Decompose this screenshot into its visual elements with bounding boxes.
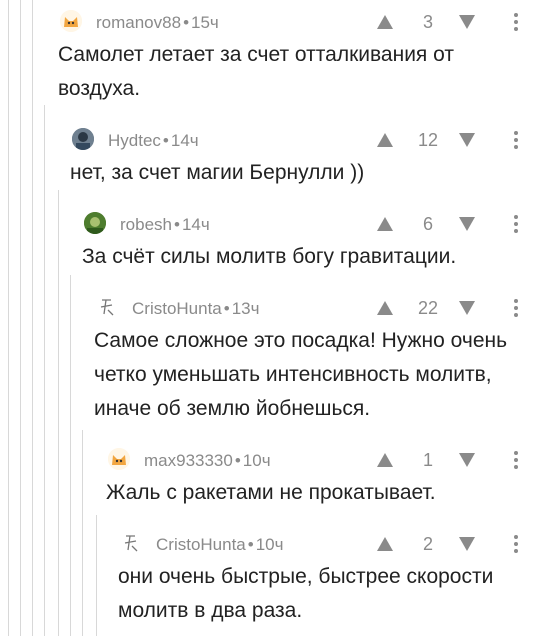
more-icon[interactable]: [512, 534, 520, 554]
comment: romanov88 • 15ч 3 Самолет летает за счет о…: [58, 10, 540, 106]
more-icon[interactable]: [512, 130, 520, 150]
username[interactable]: CristoHunta: [132, 299, 222, 318]
more-icon[interactable]: [512, 12, 520, 32]
thread-line: [70, 275, 71, 636]
green-photo-icon: [84, 212, 106, 234]
score: 22: [417, 298, 439, 318]
user-photo-icon: [72, 128, 94, 150]
score: 12: [417, 130, 439, 150]
username[interactable]: Hydtec: [108, 131, 161, 150]
comment-text: Самолет летает за счет отталкивания от в…: [58, 43, 454, 100]
thread-line: [20, 0, 21, 636]
upvote-icon[interactable]: [376, 452, 394, 468]
cat-avatar-icon: [60, 10, 82, 32]
user-avatar[interactable]: [108, 448, 130, 470]
upvote-icon[interactable]: [376, 14, 394, 30]
user-avatar[interactable]: [120, 532, 142, 554]
downvote-icon[interactable]: [458, 14, 476, 30]
comment: Hydtec • 14ч 12 нет, за счет магии Бернулл…: [70, 128, 540, 190]
downvote-icon[interactable]: [458, 132, 476, 148]
more-icon[interactable]: [512, 450, 520, 470]
user-avatar[interactable]: [84, 212, 106, 234]
comment: CristoHunta • 10ч 2 они очень быстрые, быс…: [118, 532, 540, 628]
comment-text: они очень быстрые, быстрее скорости моли…: [118, 565, 494, 622]
downvote-icon[interactable]: [458, 216, 476, 232]
username[interactable]: CristoHunta: [156, 535, 246, 554]
score: 6: [422, 214, 433, 234]
upvote-icon[interactable]: [376, 536, 394, 552]
user-avatar[interactable]: [96, 296, 118, 318]
comment-text: нет, за счет магии Бернулли )): [70, 161, 365, 184]
score: 2: [422, 534, 433, 554]
more-icon[interactable]: [512, 214, 520, 234]
more-icon[interactable]: [512, 298, 520, 318]
sketch-avatar-icon: [120, 532, 142, 554]
user-avatar[interactable]: [60, 10, 82, 32]
username[interactable]: max933330: [144, 451, 233, 470]
thread-line: [82, 430, 83, 636]
upvote-icon[interactable]: [376, 132, 394, 148]
comment-text: За счёт силы молитв богу гравитации.: [82, 245, 457, 268]
comment: max933330 • 10ч 1 Жаль с ракетами не прока…: [106, 448, 540, 510]
comment-time: 10ч: [255, 535, 284, 554]
username[interactable]: robesh: [120, 215, 172, 234]
score: 3: [422, 12, 433, 32]
downvote-icon[interactable]: [458, 300, 476, 316]
upvote-icon[interactable]: [376, 216, 394, 232]
sketch-avatar-icon: [96, 296, 118, 318]
thread-line: [44, 105, 45, 636]
user-avatar[interactable]: [72, 128, 94, 150]
comment-time: 14ч: [170, 131, 199, 150]
comment: CristoHunta • 13ч 22 Самое сложное это пос…: [94, 296, 540, 426]
thread-line: [32, 0, 33, 636]
comment-time: 13ч: [231, 299, 260, 318]
thread-line: [8, 0, 9, 636]
username[interactable]: romanov88: [96, 13, 181, 32]
comment-time: 10ч: [242, 451, 271, 470]
comment-text: Жаль с ракетами не прокатывает.: [106, 481, 436, 504]
downvote-icon[interactable]: [458, 536, 476, 552]
comment-time: 14ч: [181, 215, 210, 234]
thread-line: [96, 515, 97, 636]
upvote-icon[interactable]: [376, 300, 394, 316]
comment-text: Самое сложное это посадка! Нужно очень ч…: [94, 329, 508, 420]
comment: robesh • 14ч 6 За счёт силы молитв богу гр…: [82, 212, 540, 274]
downvote-icon[interactable]: [458, 452, 476, 468]
comment-time: 15ч: [191, 13, 219, 32]
score: 1: [422, 450, 433, 470]
cat-avatar-icon: [108, 448, 130, 470]
thread-line: [58, 190, 59, 636]
